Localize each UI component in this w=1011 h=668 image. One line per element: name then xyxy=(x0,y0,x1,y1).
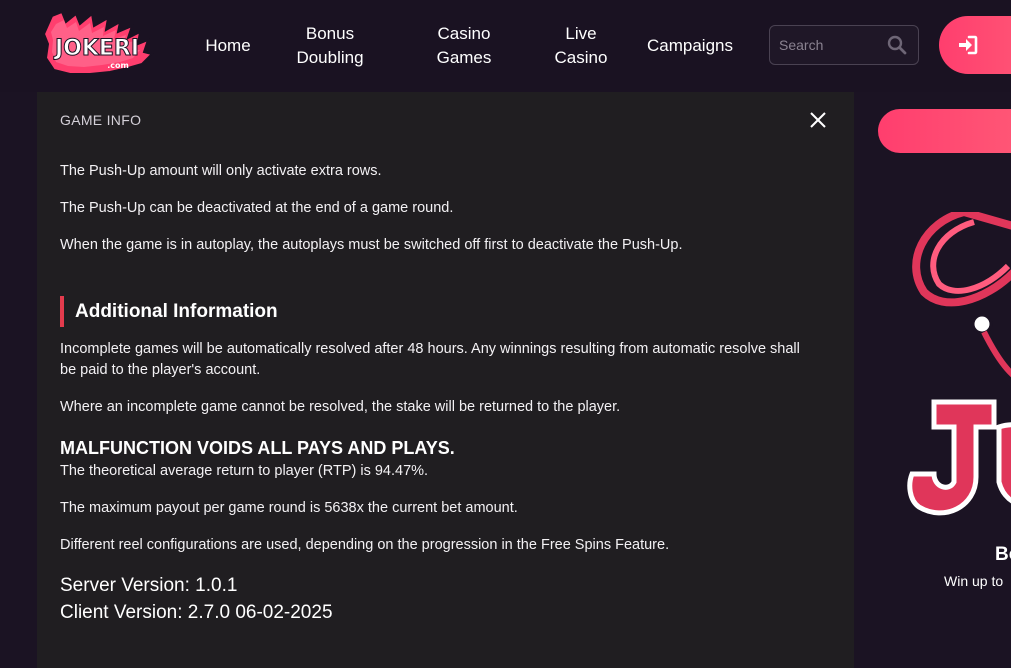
section-heading-additional-information: Additional Information xyxy=(60,296,278,327)
nav-campaigns[interactable]: Campaigns xyxy=(636,0,744,92)
game-info-panel: GAME INFO The Push-Up amount will only a… xyxy=(37,92,854,668)
promo-button[interactable] xyxy=(878,109,1011,153)
promo-sidebar: Bo Win up to xyxy=(854,92,1011,668)
login-icon xyxy=(959,35,978,55)
nav-live-line2: Casino xyxy=(554,48,608,67)
top-navigation-bar: JOKERI .com Home Bonus Doubling Casino G… xyxy=(0,0,1011,92)
client-version: Client Version: 2.7.0 06-02-2025 xyxy=(60,602,333,623)
nav-bonus-line2: Doubling xyxy=(296,48,364,67)
malfunction-notice: MALFUNCTION VOIDS ALL PAYS AND PLAYS. xyxy=(60,438,455,458)
promo-title: Bo xyxy=(995,544,1011,565)
joker-mascot-image xyxy=(907,212,1011,516)
nav-casino-games[interactable]: Casino Games xyxy=(420,0,508,92)
search-box xyxy=(769,25,919,65)
info-paragraph: When the game is in autoplay, the autopl… xyxy=(60,237,683,253)
nav-casino-line1: Casino xyxy=(437,24,491,43)
nav-home-label: Home xyxy=(205,36,251,55)
nav-bonus-line1: Bonus xyxy=(305,24,355,43)
info-paragraph: The Push-Up can be deactivated at the en… xyxy=(60,200,454,216)
server-version: Server Version: 1.0.1 xyxy=(60,575,238,596)
svg-text:JOKERI: JOKERI xyxy=(53,36,139,61)
nav-casino-line2: Games xyxy=(436,48,492,67)
nav-bonus-doubling-label: Bonus Doubling xyxy=(296,22,363,70)
nav-campaigns-label: Campaigns xyxy=(647,36,733,55)
info-paragraph: Different reel configurations are used, … xyxy=(60,537,670,553)
panel-title: GAME INFO xyxy=(60,112,142,128)
search-input[interactable] xyxy=(770,26,882,64)
svg-text:.com: .com xyxy=(107,61,129,70)
info-paragraph: The theoretical average return to player… xyxy=(60,463,429,479)
nav-live-casino-label: Live Casino xyxy=(555,22,608,70)
nav-live-casino[interactable]: Live Casino xyxy=(538,0,624,92)
search-icon[interactable] xyxy=(887,35,907,55)
info-paragraph: The Push-Up amount will only activate ex… xyxy=(60,163,382,179)
nav-live-line1: Live xyxy=(565,24,597,43)
nav-bonus-doubling[interactable]: Bonus Doubling xyxy=(282,0,378,92)
close-icon[interactable] xyxy=(808,110,828,130)
info-paragraph: Incomplete games will be automatically r… xyxy=(60,341,800,378)
nav-home[interactable]: Home xyxy=(195,0,261,92)
jokeri-logo[interactable]: JOKERI .com xyxy=(40,10,158,80)
login-button[interactable] xyxy=(939,16,1011,74)
nav-casino-games-label: Casino Games xyxy=(437,22,492,70)
info-paragraph: Where an incomplete game cannot be resol… xyxy=(60,399,621,415)
left-background xyxy=(0,92,37,668)
promo-subtitle: Win up to xyxy=(944,573,1004,589)
info-paragraph: The maximum payout per game round is 563… xyxy=(60,500,518,516)
